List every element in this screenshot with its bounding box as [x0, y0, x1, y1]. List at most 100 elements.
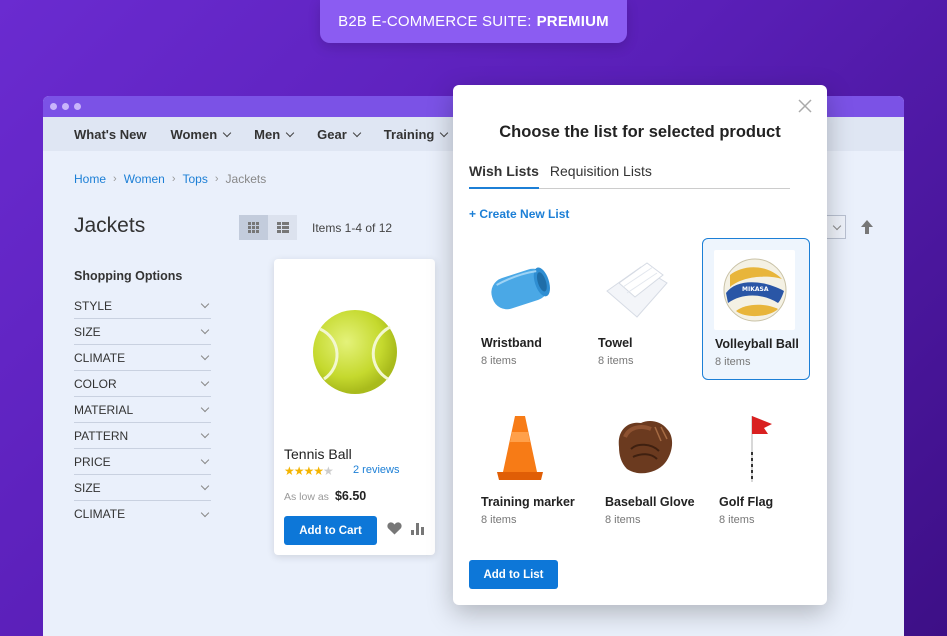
list-name: Baseball Glove [605, 495, 695, 509]
create-new-list-link[interactable]: + Create New List [469, 207, 569, 221]
breadcrumb-home[interactable]: Home [74, 172, 106, 186]
chevron-down-icon [222, 128, 232, 137]
list-name: Wristband [481, 336, 542, 350]
nav-item-women[interactable]: Women [170, 126, 232, 142]
compare-icon[interactable] [411, 523, 425, 535]
chevron-right-icon: › [171, 173, 176, 185]
window-dot-close[interactable] [50, 103, 57, 110]
product-card[interactable]: Tennis Ball ★★★★★ 2 reviews As low as $6… [274, 259, 435, 555]
list-count: 8 items [598, 355, 634, 367]
chevron-down-icon [200, 299, 210, 309]
add-to-list-button[interactable]: Add to List [469, 560, 558, 589]
list-tile-baseball-glove[interactable]: Baseball Glove 8 items [593, 397, 701, 539]
window-dot-minimize[interactable] [62, 103, 69, 110]
list-count: 8 items [719, 514, 755, 526]
heart-icon[interactable] [387, 522, 402, 535]
breadcrumb-current: Jackets [225, 172, 267, 186]
chevron-down-icon [832, 221, 842, 230]
list-name: Volleyball Ball [715, 337, 799, 351]
chevron-down-icon [200, 429, 210, 439]
list-tile-volleyball-ball[interactable]: MIKASA Volleyball Ball 8 items [702, 238, 810, 380]
cone-image [479, 407, 561, 489]
add-to-list-modal: Choose the list for selected product Wis… [453, 85, 827, 605]
filter-size[interactable]: SIZE [74, 319, 211, 345]
list-icon [276, 222, 289, 233]
grid-view-button[interactable] [239, 215, 268, 240]
chevron-down-icon [285, 128, 295, 137]
filter-label: COLOR [74, 376, 117, 391]
items-count: Items 1-4 of 12 [312, 221, 393, 235]
promo-bold: PREMIUM [536, 13, 609, 30]
list-count: 8 items [481, 355, 517, 367]
nav-label: Training [383, 126, 435, 142]
breadcrumb: Home › Women › Tops › Jackets [74, 172, 266, 186]
nav-item-men[interactable]: Men [254, 126, 295, 142]
promo-banner: B2B E-COMMERCE SUITE: PREMIUM [320, 0, 627, 43]
nav-label: What's New [74, 126, 147, 142]
breadcrumb-tops[interactable]: Tops [183, 172, 208, 186]
chevron-down-icon [352, 128, 362, 137]
list-count: 8 items [715, 356, 751, 368]
grid-icon [248, 222, 259, 233]
chevron-right-icon: › [214, 173, 219, 185]
list-tile-towel[interactable]: Towel 8 items [586, 238, 694, 380]
nav-item-training[interactable]: Training [383, 126, 449, 142]
list-type-tabs: Wish Lists Requisition Lists [469, 163, 790, 189]
filter-climate-2[interactable]: CLIMATE [74, 501, 211, 527]
shopping-options-title: Shopping Options [74, 269, 183, 283]
product-name[interactable]: Tennis Ball [284, 446, 352, 462]
list-tile-training-marker[interactable]: Training marker 8 items [469, 397, 577, 539]
filter-size-2[interactable]: SIZE [74, 475, 211, 501]
tab-wish-lists[interactable]: Wish Lists [469, 163, 539, 189]
filter-pattern[interactable]: PATTERN [74, 423, 211, 449]
reviews-link[interactable]: 2 reviews [353, 464, 399, 476]
filter-label: STYLE [74, 298, 113, 313]
product-price: $6.50 [334, 489, 367, 503]
filter-label: CLIMATE [74, 507, 126, 521]
chevron-down-icon [200, 403, 210, 413]
list-name: Training marker [481, 495, 575, 509]
wristband-image [479, 248, 561, 330]
rating-stars: ★★★★★ [284, 464, 334, 478]
flag-image [717, 407, 799, 489]
chevron-down-icon [200, 377, 210, 387]
close-icon[interactable] [798, 99, 812, 113]
svg-text:MIKASA: MIKASA [742, 286, 769, 293]
sort-direction-icon[interactable] [859, 218, 875, 236]
view-mode-toggle [239, 215, 297, 240]
filter-style[interactable]: STYLE [74, 293, 211, 319]
list-name: Golf Flag [719, 495, 774, 509]
nav-label: Men [254, 126, 281, 142]
nav-label: Women [170, 126, 218, 142]
tab-requisition-lists[interactable]: Requisition Lists [550, 163, 652, 188]
modal-title: Choose the list for selected product [499, 123, 781, 141]
list-count: 8 items [605, 514, 641, 526]
filter-price[interactable]: PRICE [74, 449, 211, 475]
filter-material[interactable]: MATERIAL [74, 397, 211, 423]
towel-image [596, 248, 678, 330]
nav-item-gear[interactable]: Gear [317, 126, 362, 142]
add-to-cart-button[interactable]: Add to Cart [284, 516, 377, 545]
list-view-button[interactable] [268, 215, 297, 240]
filter-label: SIZE [74, 480, 101, 495]
list-tile-golf-flag[interactable]: Golf Flag 8 items [707, 397, 815, 539]
nav-label: Gear [317, 126, 347, 142]
list-tile-wristband[interactable]: Wristband 8 items [469, 238, 577, 380]
chevron-down-icon [200, 325, 210, 335]
star-icon: ★★★★ [284, 464, 324, 478]
chevron-down-icon [200, 351, 210, 361]
glove-image [603, 407, 685, 489]
nav-item-whats-new[interactable]: What's New [74, 127, 146, 142]
list-count: 8 items [481, 514, 517, 526]
star-empty-icon: ★ [323, 464, 334, 478]
list-name: Towel [598, 336, 633, 350]
chevron-down-icon [200, 508, 210, 517]
filter-color[interactable]: COLOR [74, 371, 211, 397]
window-dot-maximize[interactable] [74, 103, 81, 110]
filter-label: SIZE [74, 324, 101, 339]
tennis-ball-image[interactable] [312, 309, 398, 395]
filter-climate[interactable]: CLIMATE [74, 345, 211, 371]
chevron-down-icon [200, 481, 210, 491]
filter-label: CLIMATE [74, 350, 126, 365]
breadcrumb-women[interactable]: Women [124, 172, 165, 186]
